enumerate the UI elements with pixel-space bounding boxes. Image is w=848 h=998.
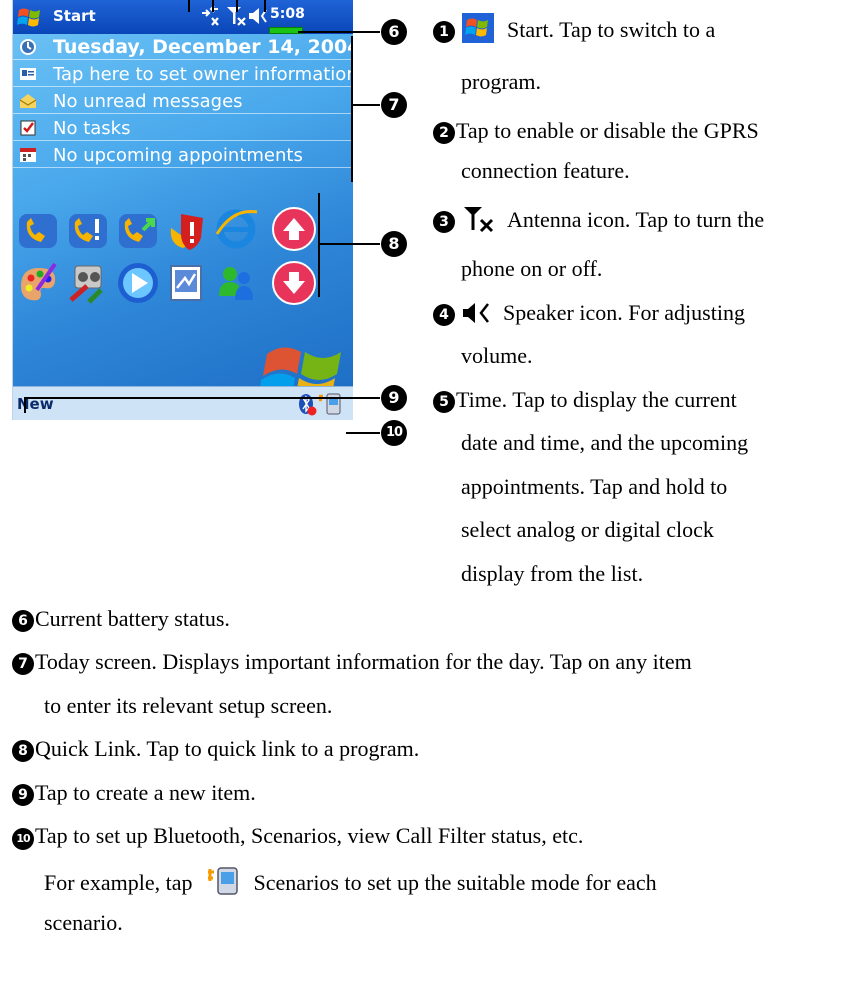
phone-icon[interactable] <box>15 208 61 254</box>
today-screen: Tuesday, December 14, 2004 Tap here to s… <box>13 34 353 406</box>
command-bar: New <box>13 386 353 420</box>
security-shield-icon[interactable] <box>163 208 209 254</box>
list-item-line: appointments. Tap and hold to <box>461 474 728 499</box>
today-tasks-row[interactable]: No tasks <box>13 115 353 141</box>
speaker-icon <box>462 303 489 323</box>
list-item: 10 Tap to set up Bluetooth, Scenarios, vi… <box>12 823 583 850</box>
today-messages-row[interactable]: No unread messages <box>13 88 353 114</box>
list-item: 4 Speaker icon. For adjusting <box>433 300 745 326</box>
photo-icon[interactable] <box>163 260 209 306</box>
today-tasks-text: No tasks <box>53 118 131 139</box>
callout-10: 10 <box>381 420 407 446</box>
list-item: 1 Start. Tap to switch to a <box>433 13 715 43</box>
clock-icon <box>20 39 36 55</box>
today-messages-text: No unread messages <box>53 91 243 112</box>
start-flag-icon <box>461 13 494 43</box>
media-player-icon[interactable] <box>115 260 161 306</box>
list-item-line: to enter its relevant setup screen. <box>44 693 333 718</box>
call-alert-icon[interactable] <box>65 208 111 254</box>
today-owner-row[interactable]: Tap here to set owner information <box>13 61 353 87</box>
list-item-line: phone on or off. <box>461 256 603 281</box>
callout-line <box>188 0 190 12</box>
callout-line <box>212 0 214 12</box>
today-date-text: Tuesday, December 14, 2004 <box>53 36 353 58</box>
calendar-icon <box>20 148 36 162</box>
today-appointments-text: No upcoming appointments <box>53 145 303 166</box>
today-date-row[interactable]: Tuesday, December 14, 2004 <box>13 34 353 60</box>
callout-line <box>353 104 380 106</box>
today-owner-text: Tap here to set owner information <box>53 64 353 85</box>
paint-palette-icon[interactable] <box>15 260 61 306</box>
example-line: scenario. <box>44 910 123 935</box>
windows-flag-icon[interactable] <box>15 2 45 32</box>
media-tools-icon[interactable] <box>65 260 111 306</box>
list-item: 5 Time. Tap to display the current <box>433 387 737 413</box>
list-item: 2 Tap to enable or disable the GPRS <box>433 118 759 144</box>
callout-line <box>298 31 380 33</box>
today-appointments-row[interactable]: No upcoming appointments <box>13 142 353 168</box>
scroll-up-icon[interactable] <box>271 206 317 252</box>
list-item: 7 Today screen. Displays important inform… <box>12 649 692 675</box>
owner-card-icon <box>20 68 36 80</box>
list-item-line: volume. <box>461 343 533 368</box>
list-item-line: date and time, and the upcoming <box>461 430 749 455</box>
list-item-line: connection feature. <box>461 158 630 183</box>
envelope-icon <box>19 94 37 108</box>
list-item: 6 Current battery status. <box>12 606 230 632</box>
clock-display[interactable]: 5:08 <box>270 6 305 22</box>
list-item: 8 Quick Link. Tap to quick link to a prog… <box>12 736 419 762</box>
list-item: 9 Tap to create a new item. <box>12 780 256 806</box>
list-item-line: program. <box>461 69 542 94</box>
list-item: 3 Antenna icon. Tap to turn the <box>433 205 764 233</box>
list-item-line: select analog or digital clock <box>461 517 714 542</box>
title-bar: Start 5:08 <box>13 0 353 34</box>
callout-line <box>24 397 380 399</box>
scroll-down-icon[interactable] <box>271 260 317 306</box>
antenna-icon <box>463 207 493 233</box>
callout-line <box>320 243 380 245</box>
list-item-line: display from the list. <box>461 561 644 586</box>
system-tray[interactable] <box>297 391 347 417</box>
callout-7: 7 <box>381 92 407 118</box>
tasks-icon <box>20 120 36 136</box>
callout-line <box>318 193 320 297</box>
callout-8: 8 <box>381 231 407 257</box>
callout-line <box>346 432 380 434</box>
example-line: For example, tap Scenarios to set up the… <box>44 866 657 896</box>
call-forward-icon[interactable] <box>115 208 161 254</box>
msn-messenger-icon[interactable] <box>213 260 259 306</box>
callout-line <box>264 0 266 12</box>
gprs-icon[interactable] <box>199 4 221 28</box>
callout-line <box>236 0 238 12</box>
internet-explorer-icon[interactable] <box>213 204 259 250</box>
callout-6: 6 <box>381 19 407 45</box>
start-label[interactable]: Start <box>53 7 96 25</box>
callout-9: 9 <box>381 385 407 411</box>
callout-line <box>24 397 26 413</box>
pda-screen: Start 5:08 Tuesday, December 14, 2004 Ta… <box>12 0 353 420</box>
callout-line <box>351 36 353 182</box>
scenarios-icon <box>207 867 238 895</box>
